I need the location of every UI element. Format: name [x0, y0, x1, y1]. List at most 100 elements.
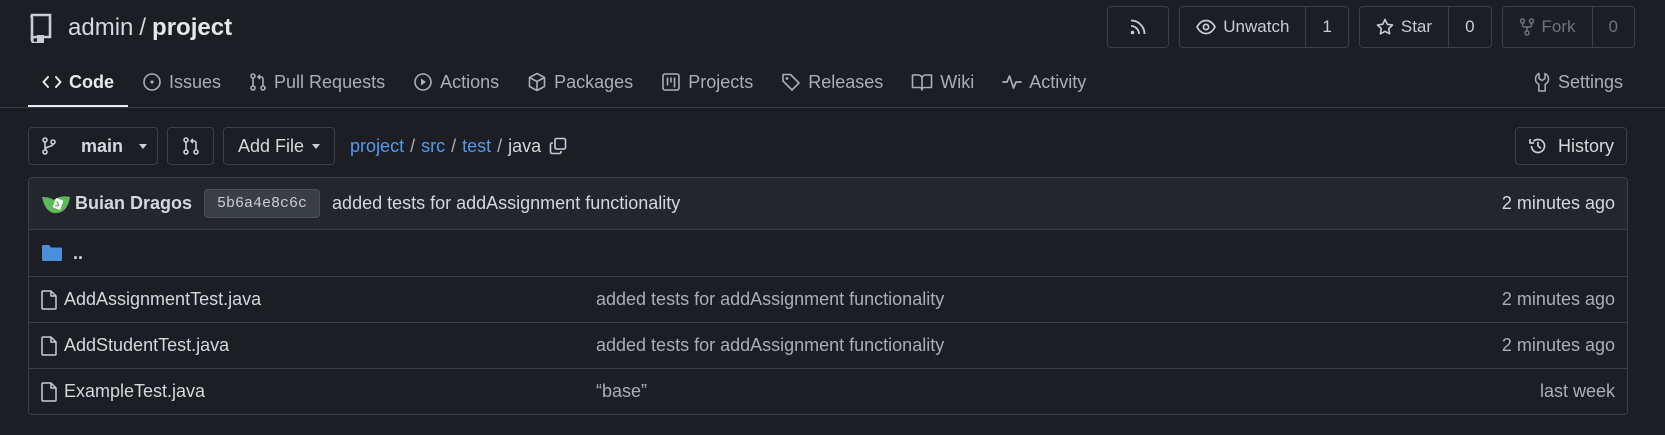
- history-label: History: [1557, 135, 1614, 156]
- file-name-cell: ExampleTest.java: [41, 381, 596, 402]
- file-table: Buian Dragos 5b6a4e8c6c added tests for …: [28, 177, 1628, 415]
- eye-icon: [1196, 19, 1223, 35]
- tab-actions[interactable]: Actions: [399, 56, 513, 108]
- breadcrumb-test[interactable]: test: [462, 136, 491, 157]
- unwatch-button[interactable]: Unwatch: [1180, 7, 1305, 47]
- breadcrumb-separator: /: [497, 135, 503, 156]
- tab-pull-requests-label: Pull Requests: [274, 71, 386, 92]
- pull-request-icon: [249, 72, 274, 92]
- tab-settings[interactable]: Settings: [1519, 56, 1637, 108]
- play-icon: [413, 72, 440, 92]
- breadcrumb-separator: /: [410, 135, 416, 156]
- commit-age: 2 minutes ago: [1501, 193, 1615, 213]
- package-icon: [527, 72, 554, 92]
- rss-button[interactable]: [1108, 7, 1168, 47]
- history-icon: [1528, 136, 1558, 156]
- breadcrumb-project[interactable]: project: [350, 136, 404, 157]
- tab-packages[interactable]: Packages: [513, 56, 647, 108]
- file-row: AddAssignmentTest.java added tests for a…: [29, 276, 1627, 322]
- star-button[interactable]: Star: [1360, 7, 1448, 47]
- path-toolbar: main Add File project / src / test / jav…: [28, 127, 1627, 165]
- project-icon: [661, 72, 688, 92]
- file-icon: [41, 335, 64, 356]
- repo-name-link[interactable]: project: [152, 14, 232, 41]
- tab-issues[interactable]: Issues: [128, 56, 235, 108]
- breadcrumb-src[interactable]: src: [421, 136, 445, 157]
- tab-pull-requests[interactable]: Pull Requests: [235, 56, 399, 108]
- tab-projects-label: Projects: [688, 71, 754, 92]
- file-commit-message[interactable]: added tests for addAssignment functional…: [596, 289, 1502, 310]
- star-label: Star: [1400, 17, 1433, 36]
- book-icon: [911, 73, 940, 91]
- breadcrumb-separator: /: [451, 135, 457, 156]
- tab-issues-label: Issues: [169, 71, 222, 92]
- repo-header: admin / project: [28, 8, 232, 48]
- issue-icon: [142, 72, 169, 92]
- branch-selector[interactable]: main: [28, 127, 158, 165]
- repo-separator: /: [139, 14, 147, 41]
- tab-projects[interactable]: Projects: [647, 56, 767, 108]
- commit-author[interactable]: Buian Dragos: [75, 193, 192, 214]
- tab-wiki[interactable]: Wiki: [897, 56, 988, 108]
- branch-icon: [41, 137, 57, 155]
- tab-code[interactable]: Code: [28, 56, 128, 108]
- add-file-dropdown[interactable]: Add File: [223, 127, 336, 165]
- latest-commit-row: Buian Dragos 5b6a4e8c6c added tests for …: [29, 178, 1627, 229]
- watch-count[interactable]: 1: [1305, 7, 1347, 47]
- file-link[interactable]: ExampleTest.java: [64, 381, 205, 402]
- fork-count[interactable]: 0: [1591, 7, 1634, 47]
- code-icon: [42, 74, 69, 90]
- file-row: ExampleTest.java “base” last week: [29, 368, 1627, 414]
- tab-activity[interactable]: Activity: [988, 56, 1100, 108]
- wrench-icon: [1533, 72, 1558, 92]
- file-name-cell: AddStudentTest.java: [41, 335, 596, 356]
- fork-button[interactable]: Fork: [1503, 7, 1592, 47]
- tab-settings-label: Settings: [1557, 71, 1623, 92]
- file-age: last week: [1539, 381, 1615, 401]
- file-link[interactable]: AddStudentTest.java: [64, 335, 229, 356]
- compare-button[interactable]: [167, 127, 214, 165]
- tab-releases[interactable]: Releases: [767, 56, 897, 108]
- chevron-down-icon: [312, 143, 321, 149]
- star-icon: [1376, 18, 1401, 36]
- file-commit-message[interactable]: “base”: [596, 381, 1540, 402]
- tab-activity-label: Activity: [1029, 71, 1087, 92]
- file-age: 2 minutes ago: [1501, 289, 1615, 309]
- fork-button-group: Fork 0: [1501, 6, 1635, 48]
- file-link[interactable]: AddAssignmentTest.java: [64, 289, 261, 310]
- unwatch-label: Unwatch: [1223, 17, 1290, 36]
- rss-button-group: [1107, 6, 1170, 48]
- tabs-divider: [0, 107, 1665, 108]
- repo-owner-link[interactable]: admin: [68, 14, 133, 41]
- star-button-group: Star 0: [1358, 6, 1492, 48]
- rss-icon: [1129, 18, 1147, 36]
- tab-wiki-label: Wiki: [940, 71, 975, 92]
- commit-sha-badge[interactable]: 5b6a4e8c6c: [204, 189, 321, 218]
- compare-icon: [182, 136, 200, 156]
- pulse-icon: [1002, 73, 1029, 91]
- repo-icon: [28, 13, 56, 43]
- breadcrumb-current: java: [508, 135, 542, 156]
- file-icon: [41, 381, 64, 402]
- history-button[interactable]: History: [1514, 127, 1627, 165]
- chevron-down-icon: [139, 143, 148, 149]
- file-age: 2 minutes ago: [1501, 335, 1615, 355]
- tab-actions-label: Actions: [440, 71, 500, 92]
- commit-message[interactable]: added tests for addAssignment functional…: [332, 193, 1502, 214]
- avatar[interactable]: [41, 193, 71, 215]
- fork-label: Fork: [1541, 17, 1576, 36]
- file-name-cell: AddAssignmentTest.java: [41, 289, 596, 310]
- tab-packages-label: Packages: [554, 71, 634, 92]
- file-icon: [41, 289, 64, 310]
- copy-path-icon[interactable]: [549, 137, 567, 155]
- parent-directory-row[interactable]: ..: [29, 229, 1627, 276]
- tab-code-label: Code: [69, 71, 114, 92]
- parent-directory-link[interactable]: ..: [73, 243, 83, 264]
- repo-actions: Unwatch 1 Star 0 Fork 0: [1107, 6, 1635, 48]
- breadcrumb: project / src / test / java: [350, 136, 567, 157]
- star-count[interactable]: 0: [1448, 7, 1490, 47]
- file-commit-message[interactable]: added tests for addAssignment functional…: [596, 335, 1502, 356]
- repo-title: admin / project: [68, 14, 232, 42]
- tag-icon: [781, 72, 808, 92]
- add-file-label: Add File: [238, 135, 305, 156]
